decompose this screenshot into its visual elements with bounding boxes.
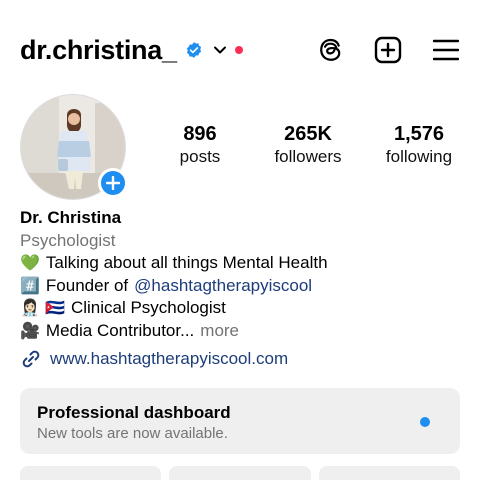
profile-bio: Dr. Christina Psychologist 💚 Talking abo… [20, 207, 460, 342]
plus-icon [106, 176, 120, 190]
hashtag-icon: #️⃣ [20, 275, 40, 295]
share-profile-button[interactable] [169, 466, 311, 480]
website-url[interactable]: www.hashtagtherapyiscool.com [50, 349, 288, 369]
bio-text: Clinical Psychologist [70, 298, 226, 317]
stat-value: 1,576 [393, 123, 445, 145]
stat-posts[interactable]: 896 posts [170, 122, 230, 168]
header-actions [316, 36, 460, 64]
green-heart-icon: 💚 [20, 253, 40, 272]
username-switcher[interactable]: dr.christina_ [20, 35, 243, 66]
profile-avatar[interactable] [20, 94, 128, 200]
website-link[interactable]: www.hashtagtherapyiscool.com [20, 348, 288, 370]
category-label: Psychologist [20, 230, 116, 250]
stat-value: 265K [284, 123, 332, 145]
bio-line: 💚 Talking about all things Mental Health [20, 252, 460, 275]
stat-label: posts [179, 147, 221, 166]
stat-value: 896 [183, 123, 217, 145]
profile-stats: 896 posts 265K followers 1,576 following [170, 122, 460, 168]
profile-action-buttons [20, 466, 460, 480]
create-post-icon[interactable] [374, 36, 402, 64]
menu-icon[interactable] [432, 36, 460, 64]
add-story-button[interactable] [98, 168, 128, 198]
chevron-down-icon[interactable] [213, 43, 227, 57]
username[interactable]: dr.christina_ [20, 35, 177, 66]
bio-line: #️⃣ Founder of @hashtagtherapyiscool [20, 275, 460, 298]
mention-link[interactable]: @hashtagtherapyiscool [134, 275, 312, 298]
display-name: Dr. Christina [20, 208, 122, 227]
more-link[interactable]: more [200, 320, 239, 343]
notification-dot [234, 46, 243, 54]
bio-text: Talking about all things Mental Health [45, 253, 328, 272]
bio-text: Founder of [45, 275, 129, 295]
link-icon [22, 350, 40, 368]
stat-followers[interactable]: 265K followers [263, 122, 353, 168]
doctor-flag-icon: 👩🏻‍⚕️ 🇨🇺 [20, 298, 65, 317]
professional-dashboard-card[interactable]: Professional dashboard New tools are now… [20, 388, 460, 454]
video-camera-icon: 🎥 [20, 320, 40, 340]
bio-line: 🎥 Media Contributor... more [20, 320, 460, 343]
stat-label: following [385, 147, 453, 166]
dashboard-subtitle: New tools are now available. [37, 425, 228, 442]
edit-profile-button[interactable] [20, 466, 162, 480]
dashboard-title: Professional dashboard [37, 403, 231, 422]
contact-button[interactable] [318, 466, 460, 480]
verified-badge-icon [186, 42, 201, 58]
stat-following[interactable]: 1,576 following [378, 122, 460, 168]
bio-line: 👩🏻‍⚕️ 🇨🇺 Clinical Psychologist [20, 297, 460, 320]
stat-label: followers [274, 147, 342, 166]
bio-text: Media Contributor... [45, 320, 195, 340]
new-indicator-dot [420, 417, 430, 427]
profile-header: dr.christina_ [20, 30, 460, 70]
threads-icon[interactable] [316, 36, 344, 64]
